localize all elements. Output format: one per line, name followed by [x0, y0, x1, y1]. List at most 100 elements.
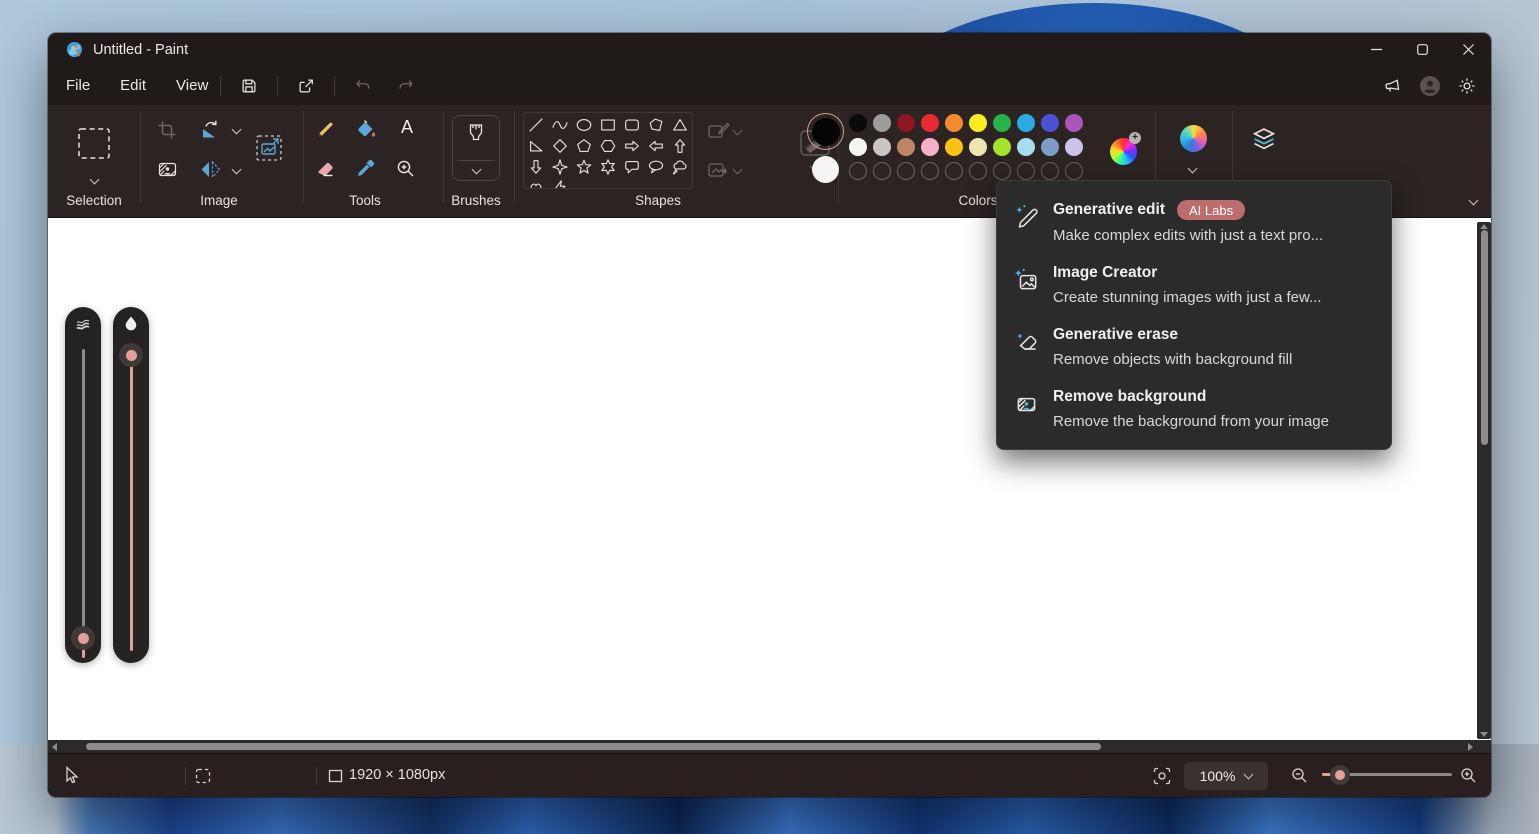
- palette-color-r2-5[interactable]: [969, 138, 987, 156]
- palette-color-r1-9[interactable]: [1065, 114, 1083, 132]
- palette-color-r2-9[interactable]: [1065, 138, 1083, 156]
- pencil-icon[interactable]: [315, 119, 336, 140]
- shape-fill-icon[interactable]: [707, 160, 731, 180]
- brushes-button[interactable]: [452, 115, 500, 181]
- menu-item-view[interactable]: View: [176, 77, 208, 94]
- color-picker-icon[interactable]: [355, 158, 376, 179]
- shape-heart-icon[interactable]: [526, 178, 546, 190]
- save-button[interactable]: [236, 73, 262, 99]
- horizontal-scrollbar-thumb[interactable]: [86, 743, 1101, 750]
- palette-color-r1-3[interactable]: [921, 114, 939, 132]
- shape-fill-chevron[interactable]: [733, 165, 743, 175]
- palette-color-r2-0[interactable]: [849, 138, 867, 156]
- close-button[interactable]: [1445, 33, 1491, 66]
- shape-outline-icon[interactable]: [707, 121, 731, 141]
- shape-line-icon[interactable]: [526, 115, 546, 135]
- shape-star-4-icon[interactable]: [550, 157, 570, 177]
- shape-triangle-icon[interactable]: [670, 115, 690, 135]
- shape-arrow-up-icon[interactable]: [670, 136, 690, 156]
- palette-color-r2-6[interactable]: [993, 138, 1011, 156]
- palette-empty-slot-9[interactable]: [1065, 162, 1083, 180]
- shape-arrow-left-icon[interactable]: [646, 136, 666, 156]
- palette-empty-slot-8[interactable]: [1041, 162, 1059, 180]
- redo-button[interactable]: [393, 73, 419, 99]
- palette-empty-slot-7[interactable]: [1017, 162, 1035, 180]
- fit-to-screen-icon[interactable]: [1153, 767, 1171, 785]
- palette-color-r1-8[interactable]: [1041, 114, 1059, 132]
- resize-icon[interactable]: [255, 134, 283, 162]
- minimize-button[interactable]: [1353, 33, 1399, 66]
- maximize-button[interactable]: [1399, 33, 1445, 66]
- opacity-slider[interactable]: [113, 307, 149, 663]
- zoom-level-dropdown[interactable]: 100%: [1184, 762, 1268, 790]
- foreground-color-swatch[interactable]: [807, 113, 844, 150]
- palette-color-r2-4[interactable]: [945, 138, 963, 156]
- scroll-up-arrow[interactable]: [1480, 224, 1488, 229]
- palette-empty-slot-5[interactable]: [969, 162, 987, 180]
- palette-color-r1-0[interactable]: [849, 114, 867, 132]
- feedback-icon[interactable]: [1383, 76, 1403, 96]
- palette-color-r1-4[interactable]: [945, 114, 963, 132]
- ai-menu-item-remove-background[interactable]: Remove backgroundRemove the background f…: [997, 378, 1391, 440]
- shape-arrow-down-icon[interactable]: [526, 157, 546, 177]
- account-icon[interactable]: [1419, 75, 1441, 97]
- magnifier-icon[interactable]: [395, 158, 416, 179]
- menu-item-edit[interactable]: Edit: [120, 77, 146, 94]
- background-color-swatch[interactable]: [812, 156, 839, 183]
- scroll-right-arrow[interactable]: [1468, 743, 1473, 751]
- shape-callout-rounded-icon[interactable]: [622, 157, 642, 177]
- vertical-scrollbar[interactable]: [1477, 222, 1491, 739]
- shape-diamond-icon[interactable]: [550, 136, 570, 156]
- remove-background-ribbon-icon[interactable]: [157, 159, 178, 180]
- shape-oval-icon[interactable]: [574, 115, 594, 135]
- rotate-icon[interactable]: [199, 119, 222, 141]
- settings-icon[interactable]: [1457, 76, 1477, 96]
- palette-color-r2-3[interactable]: [921, 138, 939, 156]
- shape-star-5-icon[interactable]: [574, 157, 594, 177]
- palette-empty-slot-2[interactable]: [897, 162, 915, 180]
- ai-menu-item-image-creator[interactable]: Image CreatorCreate stunning images with…: [997, 254, 1391, 316]
- palette-empty-slot-3[interactable]: [921, 162, 939, 180]
- scroll-left-arrow[interactable]: [52, 743, 57, 751]
- brush-size-slider[interactable]: [65, 307, 101, 663]
- fill-icon[interactable]: [355, 119, 377, 140]
- menu-item-file[interactable]: File: [66, 77, 90, 94]
- ai-menu-item-generative-edit[interactable]: Generative editAI LabsMake complex edits…: [997, 190, 1391, 254]
- horizontal-scrollbar[interactable]: [48, 740, 1491, 753]
- shape-rectangle-icon[interactable]: [598, 115, 618, 135]
- shape-star-6-icon[interactable]: [598, 157, 618, 177]
- crop-icon[interactable]: [157, 120, 177, 140]
- palette-empty-slot-4[interactable]: [945, 162, 963, 180]
- palette-empty-slot-6[interactable]: [993, 162, 1011, 180]
- shape-outline-chevron[interactable]: [733, 126, 743, 136]
- palette-empty-slot-1[interactable]: [873, 162, 891, 180]
- copilot-button[interactable]: [1180, 125, 1207, 152]
- shape-arrow-right-icon[interactable]: [622, 136, 642, 156]
- palette-color-r2-2[interactable]: [897, 138, 915, 156]
- text-tool-icon[interactable]: A: [397, 117, 417, 138]
- zoom-in-icon[interactable]: [1460, 767, 1477, 784]
- share-button[interactable]: [293, 73, 319, 99]
- shape-callout-cloud-icon[interactable]: [670, 157, 690, 177]
- shape-rounded-rectangle-icon[interactable]: [622, 115, 642, 135]
- palette-color-r2-1[interactable]: [873, 138, 891, 156]
- zoom-out-icon[interactable]: [1291, 767, 1308, 784]
- palette-color-r1-2[interactable]: [897, 114, 915, 132]
- scroll-down-arrow[interactable]: [1480, 732, 1488, 737]
- palette-empty-slot-0[interactable]: [849, 162, 867, 180]
- collapse-ribbon-chevron[interactable]: [1469, 196, 1479, 206]
- shape-curve-icon[interactable]: [550, 115, 570, 135]
- shape-polygon-icon[interactable]: [646, 115, 666, 135]
- palette-color-r1-7[interactable]: [1017, 114, 1035, 132]
- rotate-dropdown-chevron[interactable]: [232, 125, 242, 135]
- shape-hexagon-icon[interactable]: [598, 136, 618, 156]
- flip-dropdown-chevron[interactable]: [232, 165, 242, 175]
- palette-color-r2-8[interactable]: [1041, 138, 1059, 156]
- flip-icon[interactable]: [199, 159, 222, 180]
- layers-button[interactable]: [1250, 125, 1278, 153]
- palette-color-r1-1[interactable]: [873, 114, 891, 132]
- copilot-dropdown-chevron[interactable]: [1188, 164, 1198, 174]
- vertical-scrollbar-thumb[interactable]: [1481, 230, 1488, 445]
- ai-menu-item-generative-erase[interactable]: Generative eraseRemove objects with back…: [997, 316, 1391, 378]
- palette-color-r2-7[interactable]: [1017, 138, 1035, 156]
